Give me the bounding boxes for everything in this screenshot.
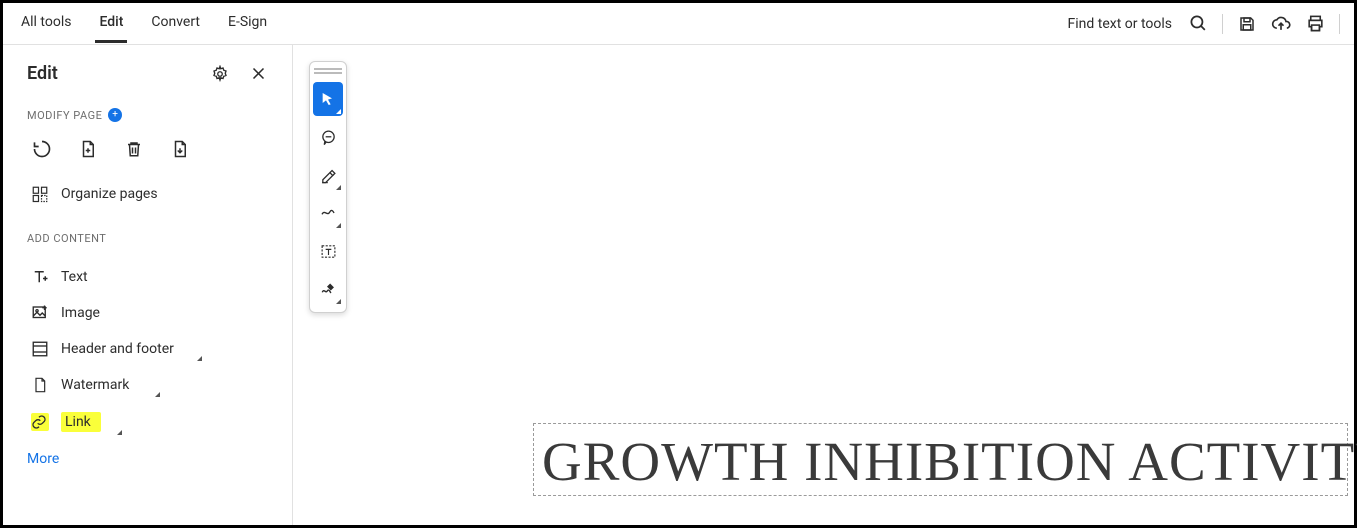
insert-page-icon[interactable] bbox=[77, 138, 99, 160]
edit-sidebar: Edit MODIFY PAGE + bbox=[3, 45, 293, 525]
rotate-icon[interactable] bbox=[31, 138, 53, 160]
floating-toolbar bbox=[309, 61, 347, 313]
menubar-left: All tools Edit Convert E-Sign bbox=[17, 4, 271, 43]
save-icon[interactable] bbox=[1237, 14, 1257, 34]
sidebar-title: Edit bbox=[27, 63, 58, 84]
submenu-indicator-icon bbox=[155, 392, 160, 397]
close-icon[interactable] bbox=[248, 64, 268, 84]
separator bbox=[1222, 14, 1223, 34]
watermark-icon bbox=[31, 376, 49, 394]
draw-tool[interactable] bbox=[313, 196, 343, 230]
modify-page-toolbar bbox=[27, 136, 268, 176]
document-canvas[interactable]: GROWTH INHIBITION ACTIVITY bbox=[293, 45, 1354, 525]
link-label: Link bbox=[61, 412, 101, 432]
header-footer-icon bbox=[31, 340, 49, 358]
section-modify-label: MODIFY PAGE bbox=[27, 109, 102, 122]
gear-icon[interactable] bbox=[210, 64, 230, 84]
submenu-indicator-icon bbox=[336, 185, 341, 190]
search-icon[interactable] bbox=[1188, 14, 1208, 34]
text-edit-frame[interactable]: GROWTH INHIBITION ACTIVITY bbox=[533, 423, 1348, 496]
section-add-label: ADD CONTENT bbox=[27, 232, 106, 245]
plus-badge-icon: + bbox=[108, 108, 122, 122]
submenu-indicator-icon bbox=[336, 299, 341, 304]
watermark-label: Watermark bbox=[61, 377, 129, 393]
print-icon[interactable] bbox=[1305, 14, 1325, 34]
add-text-item[interactable]: Text bbox=[27, 259, 268, 295]
menu-esign[interactable]: E-Sign bbox=[224, 4, 271, 43]
add-image-item[interactable]: Image bbox=[27, 295, 268, 331]
main-area: Edit MODIFY PAGE + bbox=[3, 45, 1354, 525]
header-footer-label: Header and footer bbox=[61, 341, 174, 357]
header-footer-item[interactable]: Header and footer bbox=[27, 331, 268, 367]
menubar-right: Find text or tools bbox=[1068, 14, 1341, 34]
link-item[interactable]: Link bbox=[27, 403, 268, 441]
find-label: Find text or tools bbox=[1068, 16, 1173, 32]
add-text-label: Text bbox=[61, 269, 88, 285]
submenu-indicator-icon bbox=[336, 109, 341, 114]
textbox-tool[interactable] bbox=[313, 234, 343, 268]
comment-tool[interactable] bbox=[313, 120, 343, 154]
image-icon bbox=[31, 304, 49, 322]
top-menubar: All tools Edit Convert E-Sign Find text … bbox=[3, 3, 1354, 45]
section-modify-page: MODIFY PAGE + bbox=[27, 108, 268, 122]
extract-page-icon[interactable] bbox=[169, 138, 191, 160]
more-link[interactable]: More bbox=[27, 451, 268, 467]
separator bbox=[1339, 14, 1340, 34]
document-heading-text[interactable]: GROWTH INHIBITION ACTIVITY bbox=[542, 430, 1339, 493]
submenu-indicator-icon bbox=[117, 430, 122, 435]
menu-all-tools[interactable]: All tools bbox=[17, 4, 75, 43]
watermark-item[interactable]: Watermark bbox=[27, 367, 268, 403]
organize-pages-item[interactable]: Organize pages bbox=[27, 176, 268, 212]
section-add-content: ADD CONTENT bbox=[27, 232, 268, 245]
cloud-upload-icon[interactable] bbox=[1271, 14, 1291, 34]
submenu-indicator-icon bbox=[197, 356, 202, 361]
organize-pages-label: Organize pages bbox=[61, 186, 158, 202]
trash-icon[interactable] bbox=[123, 138, 145, 160]
submenu-indicator-icon bbox=[336, 223, 341, 228]
organize-pages-icon bbox=[31, 185, 49, 203]
menu-convert[interactable]: Convert bbox=[147, 4, 204, 43]
select-tool[interactable] bbox=[313, 82, 343, 116]
add-image-label: Image bbox=[61, 305, 100, 321]
highlight-tool[interactable] bbox=[313, 158, 343, 192]
link-icon bbox=[31, 413, 49, 431]
toolbar-drag-handle[interactable] bbox=[314, 68, 342, 74]
menu-edit[interactable]: Edit bbox=[95, 4, 127, 43]
sidebar-header: Edit bbox=[27, 63, 268, 84]
sign-tool[interactable] bbox=[313, 272, 343, 306]
text-icon bbox=[31, 268, 49, 286]
